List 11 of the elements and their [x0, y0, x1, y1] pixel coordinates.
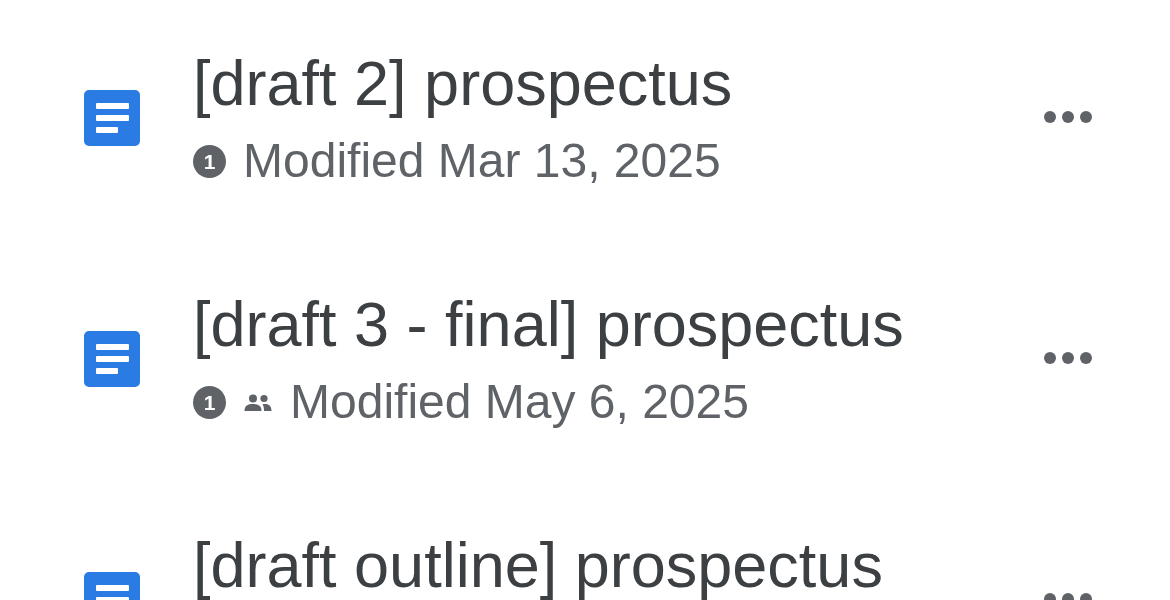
file-title: [draft 2] prospectus [193, 50, 734, 116]
document-icon [84, 90, 140, 146]
modified-date: Modified Mar 13, 2025 [243, 133, 721, 189]
more-icon [1044, 352, 1092, 364]
document-icon [84, 331, 140, 387]
modified-date: Modified May 6, 2025 [290, 374, 749, 430]
count-badge: 1 [193, 385, 226, 419]
count-badge: 1 [193, 144, 226, 178]
more-icon [1044, 111, 1092, 123]
file-title: [draft 3 - final] prospectus [193, 291, 905, 357]
file-title: [draft outline] prospectus [193, 532, 884, 598]
